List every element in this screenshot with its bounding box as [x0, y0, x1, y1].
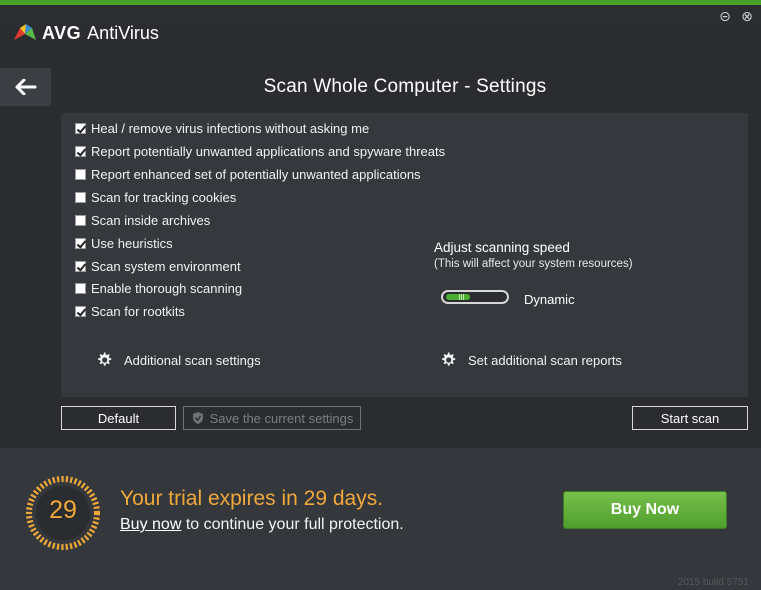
option-label: Use heuristics	[91, 235, 173, 251]
option-label: Scan system environment	[91, 258, 241, 274]
build-label: 2015 build 5751	[677, 577, 749, 588]
speed-subtitle: (This will affect your system resources)	[434, 258, 633, 270]
checkbox[interactable]	[75, 260, 86, 272]
app-logo: AVG AntiVirus	[12, 22, 159, 44]
close-icon: ⊗	[741, 8, 753, 24]
option-thorough-scanning[interactable]: Enable thorough scanning	[75, 279, 242, 297]
back-button[interactable]	[0, 68, 51, 106]
speed-value: Dynamic	[524, 292, 575, 307]
option-label: Scan for rootkits	[91, 303, 185, 319]
option-system-environment[interactable]: Scan system environment	[75, 257, 241, 275]
scan-reports-link[interactable]: Set additional scan reports	[439, 351, 622, 369]
scan-reports-label: Set additional scan reports	[468, 352, 622, 368]
checkbox[interactable]	[75, 122, 86, 134]
gear-icon	[98, 352, 112, 366]
checkbox[interactable]	[75, 191, 86, 203]
option-rootkits[interactable]: Scan for rootkits	[75, 302, 185, 320]
option-label: Enable thorough scanning	[91, 280, 243, 296]
checkbox[interactable]	[75, 282, 86, 294]
checkbox[interactable]	[75, 237, 86, 249]
option-label: Heal / remove virus infections without a…	[91, 120, 370, 136]
minimize-button[interactable]: ⊝	[717, 8, 733, 24]
additional-scan-settings-label: Additional scan settings	[124, 352, 261, 368]
trial-title: Your trial expires in 29 days.	[120, 487, 384, 510]
checkbox[interactable]	[75, 168, 86, 180]
default-button[interactable]: Default	[61, 406, 176, 430]
gear-icon	[442, 352, 456, 366]
option-archives[interactable]: Scan inside archives	[75, 211, 210, 229]
page-title: Scan Whole Computer - Settings	[263, 76, 547, 97]
avg-logo-icon	[14, 24, 36, 40]
option-label: Scan inside archives	[91, 212, 211, 228]
option-heal[interactable]: Heal / remove virus infections without a…	[75, 119, 369, 137]
checkbox[interactable]	[75, 305, 86, 317]
option-tracking-cookies[interactable]: Scan for tracking cookies	[75, 188, 236, 206]
option-heuristics[interactable]: Use heuristics	[75, 234, 173, 252]
slider-grip-icon[interactable]	[459, 294, 465, 300]
scan-speed-slider[interactable]	[441, 290, 509, 304]
minimize-icon: ⊝	[719, 8, 731, 24]
checkbox[interactable]	[75, 145, 86, 157]
option-label: Scan for tracking cookies	[91, 189, 237, 205]
brand-name: AVG	[42, 22, 82, 43]
trial-message-rest: to continue your full protection.	[181, 516, 404, 533]
option-label: Report enhanced set of potentially unwan…	[91, 166, 421, 182]
product-name: AntiVirus	[87, 22, 159, 43]
shield-icon	[192, 412, 203, 424]
days-remaining: 29	[49, 496, 77, 524]
additional-scan-settings-link[interactable]: Additional scan settings	[95, 351, 261, 369]
arrow-left-icon	[15, 79, 36, 95]
speed-title: Adjust scanning speed	[434, 240, 570, 255]
buy-now-button[interactable]: Buy Now	[563, 491, 727, 529]
slider-fill	[446, 294, 470, 300]
start-scan-button[interactable]: Start scan	[632, 406, 748, 430]
buy-now-link[interactable]: Buy now	[120, 516, 181, 533]
close-button[interactable]: ⊗	[739, 8, 755, 24]
save-settings-button[interactable]: Save the current settings	[183, 406, 361, 430]
option-report-pua[interactable]: Report potentially unwanted applications…	[75, 142, 445, 160]
checkbox[interactable]	[75, 214, 86, 226]
save-settings-label: Save the current settings	[209, 410, 354, 426]
option-report-enhanced[interactable]: Report enhanced set of potentially unwan…	[75, 165, 421, 183]
option-label: Report potentially unwanted applications…	[91, 143, 446, 159]
trial-message: Buy now to continue your full protection…	[120, 516, 404, 534]
